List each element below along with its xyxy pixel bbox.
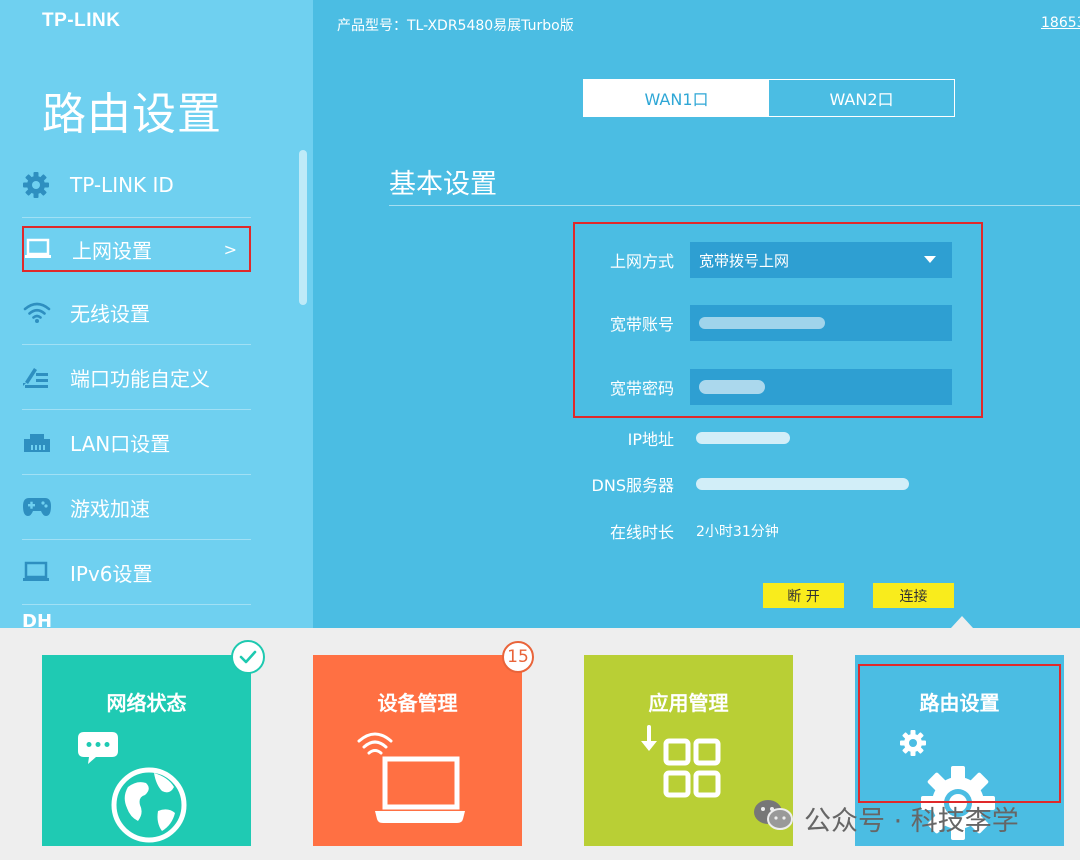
lan-port-icon	[22, 427, 54, 457]
form-row-account: 宽带账号	[313, 305, 1080, 341]
wechat-icon	[752, 798, 794, 839]
globe-chat-icon	[42, 725, 251, 846]
sidebar-item-label: 无线设置	[70, 301, 150, 326]
connection-type-value: 宽带拨号上网	[699, 251, 790, 270]
laptop-icon	[24, 234, 56, 264]
sidebar-item-game-boost[interactable]: 游戏加速	[22, 475, 251, 540]
tile-label: 设备管理	[377, 691, 458, 715]
laptop-icon	[22, 557, 54, 587]
password-label: 宽带密码	[609, 379, 674, 398]
watermark: 公众号 · 科技李学	[752, 798, 1019, 839]
online-label: 在线时长	[609, 523, 674, 542]
form-row-online-time: 在线时长 2小时31分钟	[313, 513, 1080, 549]
tile-label: 应用管理	[648, 691, 729, 715]
sidebar-item-label: 游戏加速	[70, 496, 150, 521]
caret-down-icon	[924, 256, 936, 263]
sidebar-item-partial[interactable]: DH	[22, 611, 313, 628]
wifi-icon	[22, 297, 54, 327]
blurred-password	[699, 380, 765, 394]
sidebar-item-label: IPv6设置	[70, 561, 153, 586]
tile-device-management[interactable]: 设备管理	[313, 655, 522, 846]
sidebar: TP-LINK 路由设置 TP-LINK ID 上网设置 > 无线设置 端口功能…	[0, 0, 313, 628]
disconnect-button[interactable]: 断 开	[763, 583, 844, 608]
sidebar-menu: TP-LINK ID 上网设置 > 无线设置 端口功能自定义 LAN口设置 游戏…	[0, 153, 313, 628]
form-row-connection-type: 上网方式 宽带拨号上网	[313, 242, 1080, 278]
chevron-right-icon: >	[223, 239, 237, 259]
active-tile-pointer	[951, 616, 973, 628]
ip-label: IP地址	[627, 430, 674, 449]
blurred-dns	[696, 478, 909, 490]
sidebar-item-ipv6[interactable]: IPv6设置	[22, 540, 251, 605]
tile-label: 网络状态	[106, 691, 187, 715]
sidebar-item-lan[interactable]: LAN口设置	[22, 410, 251, 475]
wan-tabs: WAN1口 WAN2口	[583, 79, 955, 117]
sidebar-item-label: TP-LINK ID	[70, 173, 174, 197]
tab-wan2[interactable]: WAN2口	[769, 80, 954, 116]
form-row-password: 宽带密码	[313, 369, 1080, 405]
account-input[interactable]	[690, 305, 952, 341]
section-divider	[389, 205, 1080, 206]
laptop-wifi-icon	[313, 725, 522, 846]
device-count-badge: 15	[502, 641, 534, 673]
connection-type-select[interactable]: 宽带拨号上网	[690, 242, 952, 278]
sidebar-item-internet-settings[interactable]: 上网设置 >	[22, 226, 251, 272]
sidebar-item-tplink-id[interactable]: TP-LINK ID	[22, 153, 251, 218]
blurred-account	[699, 317, 825, 329]
sidebar-title: 路由设置	[42, 89, 222, 140]
password-input[interactable]	[690, 369, 952, 405]
dns-label: DNS服务器	[591, 476, 674, 495]
tp-link-logo: TP-LINK	[42, 10, 121, 31]
form-row-dns: DNS服务器	[313, 466, 1080, 502]
sidebar-item-label: 端口功能自定义	[70, 366, 210, 391]
user-account-link[interactable]: 18653	[1041, 15, 1080, 31]
sidebar-item-label: 上网设置	[72, 238, 152, 263]
watermark-text: 公众号 · 科技李学	[804, 806, 1019, 837]
tile-network-status[interactable]: 网络状态	[42, 655, 251, 846]
sidebar-item-wireless[interactable]: 无线设置	[22, 280, 251, 345]
section-title: 基本设置	[389, 169, 497, 200]
check-icon	[239, 650, 257, 664]
connection-type-label: 上网方式	[609, 252, 674, 271]
tab-wan1[interactable]: WAN1口	[584, 80, 769, 116]
connect-button[interactable]: 连接	[873, 583, 954, 608]
gamepad-icon	[22, 492, 54, 522]
blurred-ip	[696, 432, 790, 444]
sidebar-item-port-custom[interactable]: 端口功能自定义	[22, 345, 251, 410]
edit-list-icon	[22, 362, 54, 392]
form-row-ip: IP地址	[313, 420, 1080, 456]
online-time-value: 2小时31分钟	[696, 524, 779, 540]
status-ok-badge	[231, 640, 265, 674]
highlight-box	[858, 664, 1061, 803]
account-label: 宽带账号	[609, 315, 674, 334]
main-panel: 产品型号：TL-XDR5480易展Turbo版 18653 WAN1口 WAN2…	[313, 0, 1080, 628]
sidebar-item-label: LAN口设置	[70, 431, 171, 456]
product-model: 产品型号：TL-XDR5480易展Turbo版	[337, 18, 574, 34]
gear-icon	[22, 170, 54, 200]
